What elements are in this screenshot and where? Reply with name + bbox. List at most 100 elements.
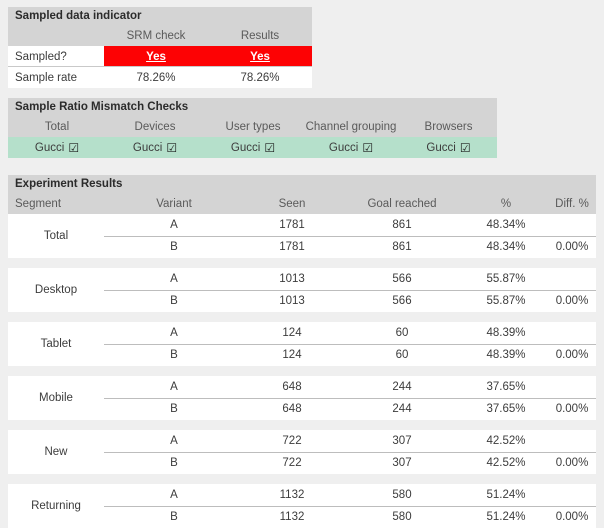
variant-divider	[104, 398, 596, 399]
sampled-results-value: Yes	[250, 50, 270, 63]
srm-label-devices: Gucci	[132, 141, 163, 154]
table-row-sample-rate: Sample rate 78.26% 78.26%	[8, 67, 312, 88]
column-header-segment: Segment	[15, 198, 62, 210]
variant-divider	[104, 344, 596, 345]
experiment-results-panel: Experiment Results Segment Variant Seen …	[8, 175, 596, 528]
segment-block: Returning A 1132 580 51.24% B 1132 580 51.24% 0.0…	[8, 484, 596, 528]
srm-values-row: Gucci ☑ Gucci ☑ Gucci ☑ Gucci ☑ Gucci ☑	[8, 137, 497, 158]
column-header-total: Total	[44, 121, 70, 133]
sampled-srm-check-value: Yes	[146, 50, 166, 63]
column-header-blank	[8, 26, 104, 46]
cell-seen: 648	[282, 381, 302, 393]
srm-value-channel-grouping: Gucci ☑	[302, 137, 400, 158]
cell-variant: A	[170, 381, 178, 393]
cell-seen: 1132	[279, 511, 305, 523]
table-row-sampled: Sampled? Yes Yes	[8, 46, 312, 67]
cell-diff-pct	[548, 268, 596, 290]
cell-pct: 42.52%	[486, 435, 526, 447]
variant-divider	[104, 452, 596, 453]
cell-variant: B	[170, 241, 178, 253]
cell-pct: 37.65%	[486, 381, 526, 393]
cell-diff-pct: 0.00%	[555, 511, 589, 523]
cell-variant: B	[170, 403, 178, 415]
cell-goal-reached: 580	[392, 511, 412, 523]
experiment-results-body: Total A 1781 861 48.34% B 1781 861 48.34% 0.00% De…	[8, 214, 596, 528]
cell-pct: 37.65%	[486, 403, 526, 415]
table-row: A 722 307 42.52%	[8, 430, 596, 452]
segment-block: Mobile A 648 244 37.65% B 648 244 37.65% 0.00%	[8, 376, 596, 420]
srm-value-total: Gucci ☑	[8, 137, 106, 158]
cell-variant: B	[170, 457, 178, 469]
cell-seen: 124	[282, 327, 302, 339]
cell-diff-pct: 0.00%	[555, 403, 589, 415]
srm-header-row: Total Devices User types Channel groupin…	[8, 117, 497, 137]
cell-seen: 1013	[279, 295, 305, 307]
variant-divider	[104, 290, 596, 291]
cell-goal-reached: 566	[392, 295, 412, 307]
cell-variant: B	[170, 511, 178, 523]
cell-seen: 1781	[279, 219, 305, 231]
cell-diff-pct	[548, 430, 596, 452]
cell-pct: 48.39%	[486, 327, 526, 339]
cell-goal-reached: 244	[392, 403, 412, 415]
cell-seen: 722	[282, 435, 302, 447]
check-box-icon: ☑	[362, 140, 374, 155]
cell-goal-reached: 307	[392, 457, 412, 469]
cell-pct: 48.34%	[486, 241, 526, 253]
srm-value-browsers: Gucci ☑	[400, 137, 497, 158]
table-row: B 1132 580 51.24% 0.00%	[8, 506, 596, 528]
cell-diff-pct: 0.00%	[555, 295, 589, 307]
cell-seen: 648	[282, 403, 302, 415]
check-box-icon: ☑	[264, 140, 276, 155]
experiment-results-header-row: Segment Variant Seen Goal reached % Diff…	[8, 194, 596, 214]
segment-block: New A 722 307 42.52% B 722 307 42.52% 0.00%	[8, 430, 596, 474]
cell-seen: 124	[282, 349, 302, 361]
sample-ratio-mismatch-title: Sample Ratio Mismatch Checks	[8, 98, 497, 117]
column-header-diff-pct: Diff. %	[555, 198, 589, 210]
cell-diff-pct	[548, 484, 596, 506]
srm-label-total: Gucci	[34, 141, 65, 154]
cell-seen: 1132	[279, 489, 305, 501]
cell-goal-reached: 307	[392, 435, 412, 447]
check-box-icon: ☑	[459, 140, 471, 155]
cell-goal-reached: 244	[392, 381, 412, 393]
column-header-browsers: Browsers	[424, 121, 473, 133]
sampled-data-indicator-title: Sampled data indicator	[8, 7, 312, 26]
sampled-data-indicator-panel: Sampled data indicator SRM check Results…	[8, 7, 312, 88]
sample-rate-results-value: 78.26%	[240, 71, 280, 84]
cell-variant: A	[170, 327, 178, 339]
segment-block: Tablet A 124 60 48.39% B 124 60 48.39% 0.00%	[8, 322, 596, 366]
cell-pct: 48.39%	[486, 349, 526, 361]
table-row: A 648 244 37.65%	[8, 376, 596, 398]
column-header-goal-reached: Goal reached	[367, 198, 437, 210]
cell-diff-pct: 0.00%	[555, 457, 589, 469]
row-label-sampled: Sampled?	[15, 50, 67, 63]
cell-pct: 51.24%	[486, 511, 526, 523]
cell-variant: B	[170, 349, 178, 361]
table-row: B 648 244 37.65% 0.00%	[8, 398, 596, 420]
cell-seen: 1013	[279, 273, 305, 285]
table-row: B 1013 566 55.87% 0.00%	[8, 290, 596, 312]
variant-divider	[104, 236, 596, 237]
column-header-variant: Variant	[156, 198, 192, 210]
row-label-sample-rate: Sample rate	[15, 71, 78, 84]
cell-variant: A	[170, 273, 178, 285]
cell-pct: 48.34%	[486, 219, 526, 231]
cell-diff-pct	[548, 214, 596, 236]
column-header-seen: Seen	[278, 198, 306, 210]
column-header-results: Results	[240, 30, 280, 42]
column-header-pct: %	[500, 198, 512, 210]
check-box-icon: ☑	[68, 140, 80, 155]
segment-block: Desktop A 1013 566 55.87% B 1013 566 55.87% 0.00%	[8, 268, 596, 312]
cell-diff-pct: 0.00%	[555, 349, 589, 361]
cell-goal-reached: 861	[392, 219, 412, 231]
cell-goal-reached: 566	[392, 273, 412, 285]
srm-label-browsers: Gucci	[426, 141, 456, 154]
table-row: B 1781 861 48.34% 0.00%	[8, 236, 596, 258]
table-row: A 1132 580 51.24%	[8, 484, 596, 506]
cell-diff-pct	[548, 376, 596, 398]
column-header-user-types: User types	[225, 121, 281, 133]
cell-pct: 51.24%	[486, 489, 526, 501]
cell-seen: 1781	[279, 241, 305, 253]
cell-diff-pct	[548, 322, 596, 344]
